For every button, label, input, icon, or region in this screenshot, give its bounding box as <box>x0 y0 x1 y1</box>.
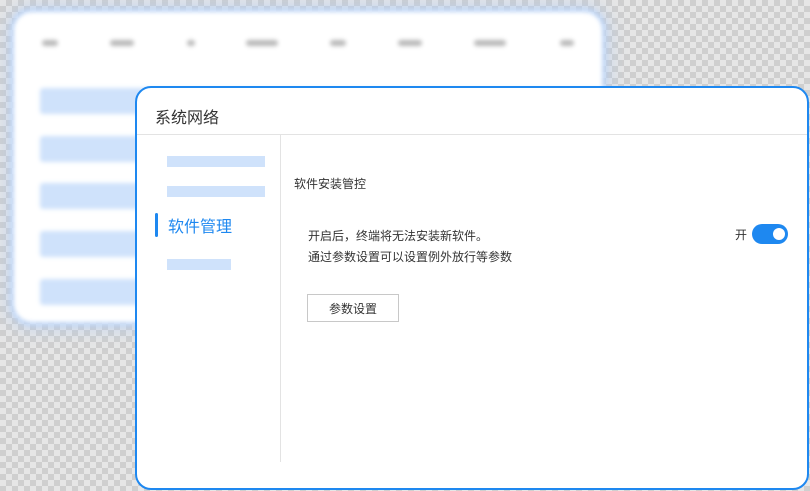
setting-description-secondary: 通过参数设置可以设置例外放行等参数 <box>308 250 513 264</box>
setting-description: 开启后，终端将无法安装新软件。 <box>308 229 489 243</box>
blurred-header-cell <box>110 40 134 46</box>
blurred-header-cell <box>246 40 278 46</box>
toggle-knob <box>773 228 785 240</box>
install-control-toggle[interactable] <box>752 224 788 244</box>
background-table-header <box>14 40 602 60</box>
sidebar-item-placeholder[interactable] <box>167 156 265 167</box>
sidebar-item-placeholder[interactable] <box>167 186 265 197</box>
sidebar-item-placeholder[interactable] <box>167 259 231 270</box>
active-indicator <box>155 213 158 237</box>
settings-sidebar: 软件管理 <box>137 135 281 462</box>
system-network-dialog: 系统网络 软件管理 软件安装管控 开启后，终端将无法安装新软件。 通过参数设置可… <box>135 86 809 490</box>
toggle-label: 开 <box>734 227 747 242</box>
dialog-title: 系统网络 <box>155 108 220 127</box>
blurred-header-cell <box>560 40 574 46</box>
blurred-header-cell <box>330 40 346 46</box>
settings-content: 软件安装管控 开启后，终端将无法安装新软件。 通过参数设置可以设置例外放行等参数… <box>281 135 807 488</box>
blurred-header-cell <box>398 40 422 46</box>
blurred-header-cell <box>42 40 58 46</box>
install-control-toggle-group: 开 <box>735 224 788 244</box>
sidebar-item-software-management[interactable]: 软件管理 <box>155 212 232 238</box>
blurred-header-cell <box>187 40 195 46</box>
parameter-settings-button[interactable]: 参数设置 <box>307 294 399 322</box>
section-title: 软件安装管控 <box>294 177 367 191</box>
sidebar-item-label: 软件管理 <box>168 217 233 236</box>
blurred-header-cell <box>474 40 506 46</box>
